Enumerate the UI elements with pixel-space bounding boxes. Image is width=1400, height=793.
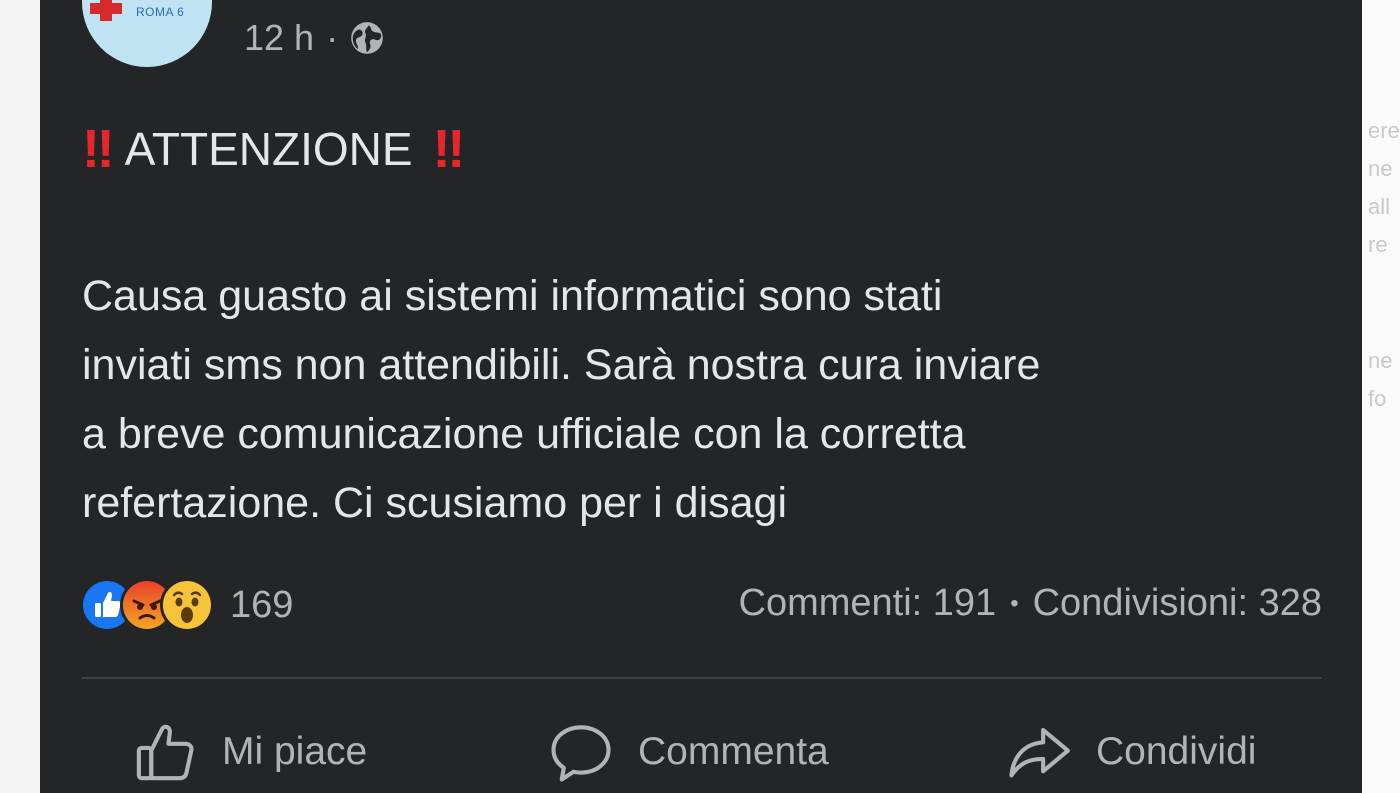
comment-button-label: Commenta [638, 730, 829, 773]
double-exclamation-icon: ‼ [432, 119, 466, 179]
post-card: ROMA 6 12 h · ‼ ATTENZIONE ‼ Causa guast… [40, 0, 1362, 793]
reaction-summary[interactable]: 169 [80, 578, 293, 632]
post-body-line: Causa guasto ai sistemi informatici sono… [82, 272, 943, 320]
post-timestamp[interactable]: 12 h [244, 17, 314, 59]
action-divider [82, 677, 1322, 679]
post-meta: 12 h · [244, 16, 386, 60]
double-exclamation-icon: ‼ [82, 119, 115, 179]
headline-text: ATTENZIONE [124, 123, 413, 175]
meta-separator: · [326, 17, 339, 58]
background-text: ne [1368, 348, 1393, 373]
page-avatar[interactable]: ROMA 6 [82, 0, 212, 67]
share-count[interactable]: Condivisioni: 328 [1033, 582, 1322, 625]
share-button-label: Condividi [1096, 730, 1257, 773]
wow-reaction-icon [160, 578, 214, 632]
post-body-line: refertazione. Ci scusiamo per i disagi [82, 479, 788, 527]
engagement-stats: Commenti: 191 • Condivisioni: 328 [739, 582, 1322, 625]
post-body-line: a breve comunicazione ufficiale con la c… [82, 410, 966, 458]
background-text: all [1368, 194, 1391, 219]
background-page-fragment: ere ne all re ne fo [1362, 0, 1400, 793]
reaction-count: 169 [230, 583, 294, 626]
comment-bubble-icon [551, 725, 611, 782]
like-button-label: Mi piace [222, 730, 368, 773]
background-text: ne [1368, 156, 1393, 181]
post-body: Causa guasto ai sistemi informatici sono… [82, 262, 1322, 538]
background-text: re [1368, 232, 1388, 257]
comment-button[interactable]: Commenta [548, 712, 829, 792]
background-text: ere [1368, 118, 1400, 143]
background-text: fo [1368, 386, 1387, 411]
comment-count[interactable]: Commenti: 191 [739, 582, 997, 625]
like-button[interactable]: Mi piace [132, 712, 367, 792]
share-arrow-icon [1009, 727, 1070, 778]
globe-icon[interactable] [348, 19, 386, 57]
post-action-bar: Mi piace Commenta Condividi [40, 712, 1362, 792]
logo-cross-bar [90, 3, 122, 14]
share-button[interactable]: Condividi [1006, 712, 1256, 792]
thumbs-up-icon [136, 724, 194, 781]
stats-separator: • [1010, 589, 1019, 617]
post-headline: ‼ ATTENZIONE ‼ [82, 118, 466, 180]
post-body-line: inviati sms non attendibili. Sarà nostra… [82, 341, 1041, 389]
avatar-logo-text: ROMA 6 [136, 5, 185, 19]
